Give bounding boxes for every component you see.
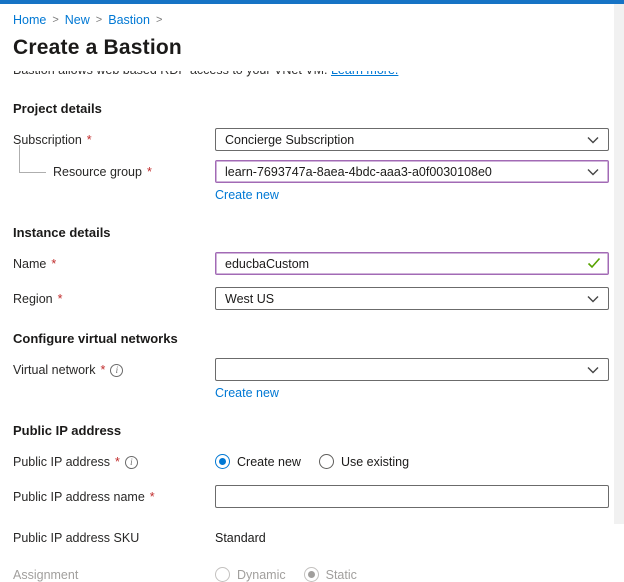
virtual-network-create-new-link[interactable]: Create new <box>215 386 279 400</box>
assignment-label: Assignment <box>13 568 79 582</box>
section-heading-project-details: Project details <box>13 101 102 116</box>
chevron-down-icon <box>587 295 599 302</box>
section-heading-virtual-networks: Configure virtual networks <box>13 331 178 346</box>
description-clipped-region: Bastion allows web based RDP access to y… <box>13 71 573 80</box>
virtual-network-dropdown[interactable] <box>215 358 609 381</box>
radio-dynamic: Dynamic <box>215 567 286 582</box>
resource-group-create-new-link[interactable]: Create new <box>215 188 279 202</box>
chevron-down-icon <box>587 136 599 143</box>
required-marker: * <box>57 292 63 306</box>
create-bastion-panel: Home > New > Bastion > Create a Bastion … <box>0 4 614 582</box>
valid-check-icon <box>587 257 601 269</box>
radio-static: Static <box>303 567 357 582</box>
name-row: Name * <box>13 252 614 275</box>
chevron-down-icon <box>587 366 599 373</box>
public-ip-sku-label: Public IP address SKU <box>13 531 140 545</box>
radio-use-existing-label: Use existing <box>340 454 410 469</box>
public-ip-address-label: Public IP address <box>13 455 111 469</box>
breadcrumb-separator-icon: > <box>95 14 103 26</box>
required-marker: * <box>51 257 57 271</box>
subscription-dropdown[interactable]: Concierge Subscription <box>215 128 609 151</box>
learn-more-link[interactable]: Learn more. <box>331 71 398 77</box>
radio-static-label: Static <box>325 567 357 582</box>
public-ip-sku-value: Standard <box>215 531 266 545</box>
radio-dynamic-label: Dynamic <box>237 567 286 582</box>
section-heading-public-ip: Public IP address <box>13 423 122 438</box>
region-label: Region <box>13 292 53 306</box>
assignment-radio-group: Dynamic Static <box>215 563 609 582</box>
public-ip-name-input[interactable] <box>215 485 609 508</box>
page-title: Create a Bastion <box>13 36 182 59</box>
radio-button-icon <box>215 567 230 582</box>
name-input[interactable] <box>215 252 609 275</box>
public-ip-radio-group: Create new Use existing <box>215 450 609 469</box>
region-dropdown[interactable]: West US <box>215 287 609 310</box>
radio-create-new-label: Create new <box>237 454 301 469</box>
required-marker: * <box>86 133 92 147</box>
breadcrumb-home[interactable]: Home <box>13 13 46 27</box>
public-ip-sku-row: Public IP address SKU Standard <box>13 526 614 545</box>
section-heading-instance-details: Instance details <box>13 225 111 240</box>
public-ip-name-label: Public IP address name <box>13 490 145 504</box>
radio-button-icon <box>303 567 319 582</box>
info-icon[interactable]: i <box>110 363 124 377</box>
portal-top-accent-bar <box>0 0 624 4</box>
name-label: Name <box>13 257 47 271</box>
radio-button-icon <box>215 454 230 469</box>
breadcrumb: Home > New > Bastion > <box>0 4 614 27</box>
resource-group-dropdown[interactable]: learn-7693747a-8aea-4bdc-aaa3-a0f0030108… <box>215 160 609 183</box>
region-row: Region * West US <box>13 287 614 310</box>
assignment-row: Assignment Dynamic Static <box>13 563 614 582</box>
required-marker: * <box>100 363 106 377</box>
vertical-scrollbar[interactable] <box>614 4 624 524</box>
hierarchy-connector-line <box>19 145 46 173</box>
region-value: West US <box>225 291 275 306</box>
description-text: Bastion allows web based RDP access to y… <box>13 71 328 77</box>
breadcrumb-separator-icon: > <box>155 14 163 26</box>
resource-group-value: learn-7693747a-8aea-4bdc-aaa3-a0f0030108… <box>225 164 492 179</box>
required-marker: * <box>146 165 152 179</box>
required-marker: * <box>149 490 155 504</box>
radio-use-existing[interactable]: Use existing <box>318 454 410 469</box>
breadcrumb-separator-icon: > <box>52 14 59 26</box>
subscription-value: Concierge Subscription <box>225 132 355 147</box>
virtual-network-label: Virtual network <box>13 363 96 377</box>
public-ip-name-row: Public IP address name * <box>13 485 614 508</box>
resource-group-row: Resource group * learn-7693747a-8aea-4bd… <box>13 145 614 204</box>
breadcrumb-bastion[interactable]: Bastion <box>108 13 150 27</box>
radio-create-new[interactable]: Create new <box>215 454 301 469</box>
virtual-network-row: Virtual network * i Create new <box>13 358 614 402</box>
info-icon[interactable]: i <box>124 455 138 469</box>
breadcrumb-new[interactable]: New <box>65 13 90 27</box>
resource-group-label: Resource group <box>53 165 142 179</box>
chevron-down-icon <box>587 168 599 175</box>
subscription-row: Subscription * Concierge Subscription <box>13 128 614 151</box>
public-ip-address-row: Public IP address * i Create new Use exi… <box>13 450 614 469</box>
required-marker: * <box>115 455 120 469</box>
radio-button-icon <box>318 454 334 469</box>
